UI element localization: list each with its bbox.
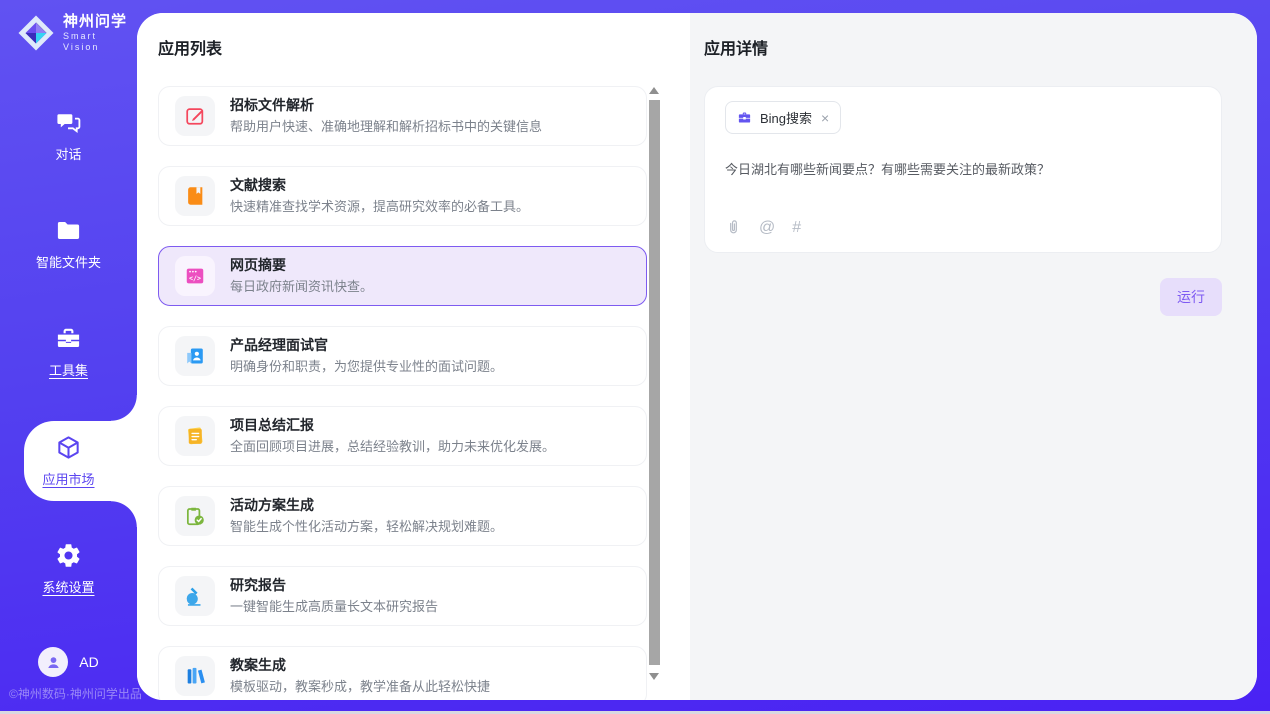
user-icon <box>44 653 63 672</box>
copyright: ©神州数码·神州问学出品 <box>9 685 142 702</box>
run-button[interactable]: 运行 <box>1160 278 1222 316</box>
app-card[interactable]: 教案生成 模板驱动，教案秒成，教学准备从此轻松快捷 <box>158 646 647 700</box>
app-card[interactable]: 产品经理面试官 明确身份和职责，为您提供专业性的面试问题。 <box>158 326 647 386</box>
mention-icon[interactable]: @ <box>759 220 775 236</box>
scrollbar[interactable] <box>649 85 660 682</box>
app-card[interactable]: 文献搜索 快速精准查找学术资源，提高研究效率的必备工具。 <box>158 166 647 226</box>
books-icon <box>175 656 215 696</box>
folder-icon <box>55 217 82 244</box>
sidebar-item-settings[interactable]: 系统设置 <box>0 527 137 611</box>
app-details-panel: 应用详情 Bing搜索 × 今日湖北有哪些新闻要点？有哪些需要关注的最新政策？ … <box>690 13 1257 700</box>
app-card[interactable]: </> 网页摘要 每日政府新闻资讯快查。 <box>158 246 647 306</box>
sidebar: 神州问学 Smart Vision 对话 智能文件夹 工具集 <box>0 0 137 711</box>
book-icon <box>175 176 215 216</box>
sidebar-item-smart-folder[interactable]: 智能文件夹 <box>0 202 137 286</box>
attachment-icon[interactable] <box>725 219 742 236</box>
app-card-description: 模板驱动，教案秒成，教学准备从此轻松快捷 <box>230 679 490 695</box>
gear-icon <box>55 542 82 569</box>
sidebar-nav: 对话 智能文件夹 工具集 应用市场 系统 <box>0 0 137 711</box>
app-card-description: 帮助用户快速、准确地理解和解析招标书中的关键信息 <box>230 119 542 135</box>
prompt-card: Bing搜索 × 今日湖北有哪些新闻要点？有哪些需要关注的最新政策？ @ # <box>704 86 1222 253</box>
app-card-title: 项目总结汇报 <box>230 417 555 434</box>
edit-document-icon <box>175 96 215 136</box>
query-text[interactable]: 今日湖北有哪些新闻要点？有哪些需要关注的最新政策？ <box>725 161 1201 178</box>
sidebar-item-chat[interactable]: 对话 <box>0 94 137 178</box>
tool-chip-bing-search[interactable]: Bing搜索 × <box>725 101 841 134</box>
app-card[interactable]: 招标文件解析 帮助用户快速、准确地理解和解析招标书中的关键信息 <box>158 86 647 146</box>
app-card[interactable]: 活动方案生成 智能生成个性化活动方案，轻松解决规划难题。 <box>158 486 647 546</box>
app-card-title: 活动方案生成 <box>230 497 503 514</box>
app-card-title: 教案生成 <box>230 657 490 674</box>
tool-chip-label: Bing搜索 <box>760 108 812 127</box>
app-card-description: 每日政府新闻资讯快查。 <box>230 279 373 295</box>
sidebar-item-app-market[interactable]: 应用市场 <box>0 419 137 503</box>
app-list-panel: 应用列表 招标文件解析 帮助用户快速、准确地理解和解析招标书中的关键信息 文献搜… <box>137 13 690 700</box>
app-cards: 招标文件解析 帮助用户快速、准确地理解和解析招标书中的关键信息 文献搜索 快速精… <box>158 86 690 700</box>
app-details-title: 应用详情 <box>704 40 1222 59</box>
app-card[interactable]: 项目总结汇报 全面回顾项目进展，总结经验教训，助力未来优化发展。 <box>158 406 647 466</box>
scroll-down-icon[interactable] <box>649 673 659 680</box>
app-card-title: 研究报告 <box>230 577 438 594</box>
app-card-description: 快速精准查找学术资源，提高研究效率的必备工具。 <box>230 199 529 215</box>
app-card-title: 网页摘要 <box>230 257 373 274</box>
briefcase-icon <box>737 110 752 125</box>
svg-text:</>: </> <box>189 274 201 282</box>
app-card-title: 文献搜索 <box>230 177 529 194</box>
chat-icon <box>55 109 82 136</box>
app-card[interactable]: 研究报告 一键智能生成高质量长文本研究报告 <box>158 566 647 626</box>
scrollbar-thumb[interactable] <box>649 100 660 665</box>
avatar[interactable] <box>38 647 68 677</box>
notes-icon <box>175 416 215 456</box>
interviewer-icon <box>175 336 215 376</box>
app-card-title: 招标文件解析 <box>230 97 542 114</box>
app-card-description: 全面回顾项目进展，总结经验教训，助力未来优化发展。 <box>230 439 555 455</box>
webpage-code-icon: </> <box>175 256 215 296</box>
close-icon[interactable]: × <box>821 112 829 124</box>
cube-icon <box>55 434 82 461</box>
main-panel: 应用列表 招标文件解析 帮助用户快速、准确地理解和解析招标书中的关键信息 文献搜… <box>137 13 1257 700</box>
microscope-icon <box>175 576 215 616</box>
user-account[interactable]: AD <box>0 647 137 677</box>
clipboard-check-icon <box>175 496 215 536</box>
app-card-description: 智能生成个性化活动方案，轻松解决规划难题。 <box>230 519 503 535</box>
user-initials: AD <box>79 654 98 670</box>
hash-icon[interactable]: # <box>792 220 801 236</box>
scroll-up-icon[interactable] <box>649 87 659 94</box>
input-toolbar: @ # <box>725 219 1201 236</box>
app-card-title: 产品经理面试官 <box>230 337 503 354</box>
app-card-description: 一键智能生成高质量长文本研究报告 <box>230 599 438 615</box>
run-row: 运行 <box>704 278 1222 316</box>
toolbox-icon <box>55 325 82 352</box>
app-list-title: 应用列表 <box>158 40 690 59</box>
active-bubble <box>24 421 137 501</box>
sidebar-item-toolset[interactable]: 工具集 <box>0 310 137 394</box>
app-card-description: 明确身份和职责，为您提供专业性的面试问题。 <box>230 359 503 375</box>
